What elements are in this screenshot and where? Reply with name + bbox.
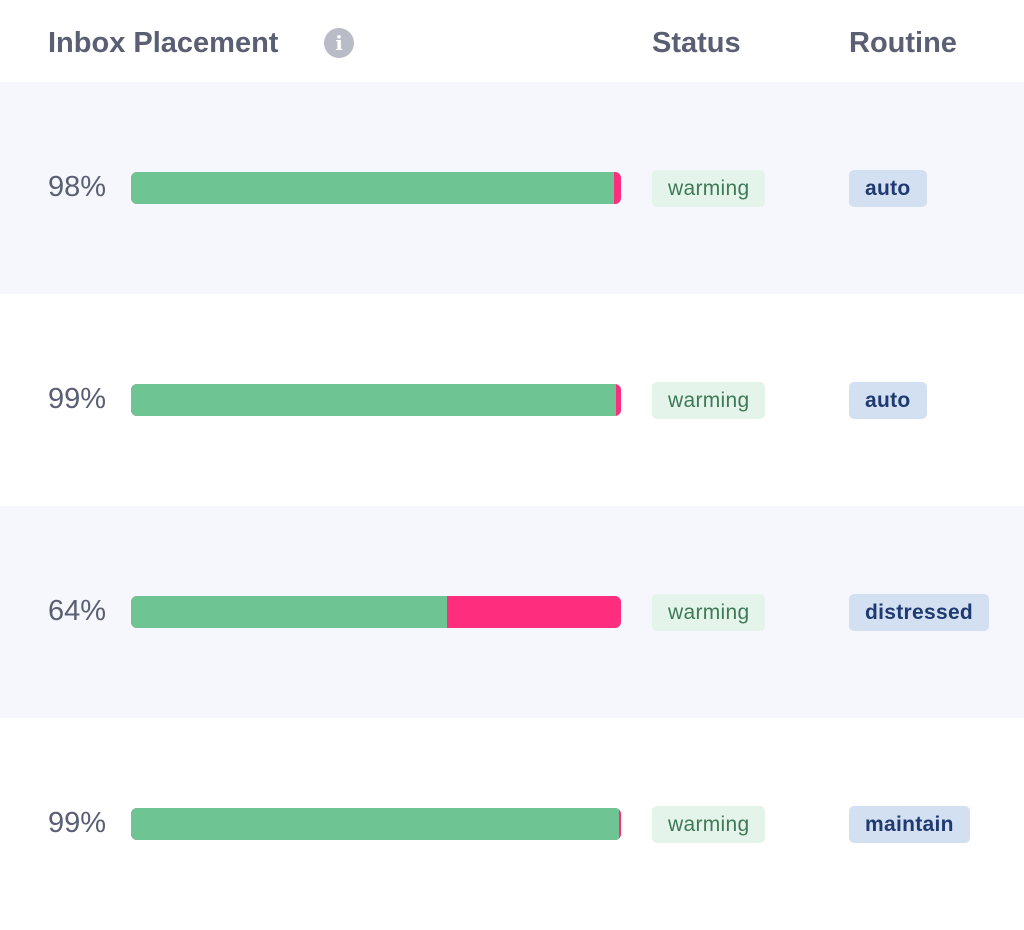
routine-badge: auto	[849, 170, 927, 207]
inbox-percent: 99%	[48, 807, 107, 839]
routine-badge: maintain	[849, 806, 970, 843]
inbox-fill	[131, 384, 617, 416]
table-row: 99% warming maintain	[0, 718, 1024, 930]
inbox-percent: 99%	[48, 383, 107, 415]
status-badge: warming	[652, 170, 766, 207]
inbox-placement-header: Inbox Placement	[48, 27, 279, 59]
routine-badge: auto	[849, 382, 927, 419]
placement-bar	[131, 172, 621, 204]
placement-bar	[131, 596, 621, 628]
status-badge: warming	[652, 806, 766, 843]
inbox-fill	[131, 596, 448, 628]
status-badge: warming	[652, 594, 766, 631]
placement-bar	[131, 384, 621, 416]
inbox-fill	[131, 808, 619, 840]
routine-header: Routine	[849, 27, 957, 59]
placement-bar	[131, 808, 621, 840]
inbox-percent: 64%	[48, 595, 107, 627]
inbox-percent: 98%	[48, 171, 107, 203]
table-row: 98% warming auto	[0, 82, 1024, 294]
routine-badge: distressed	[849, 594, 990, 631]
table-row: 99% warming auto	[0, 294, 1024, 506]
status-header: Status	[652, 27, 741, 59]
info-icon[interactable]: i	[324, 28, 354, 58]
table-row: 64% warming distressed	[0, 506, 1024, 718]
inbox-fill	[131, 172, 614, 204]
table-header: Inbox Placement i Status Routine	[0, 0, 1024, 82]
status-badge: warming	[652, 382, 766, 419]
